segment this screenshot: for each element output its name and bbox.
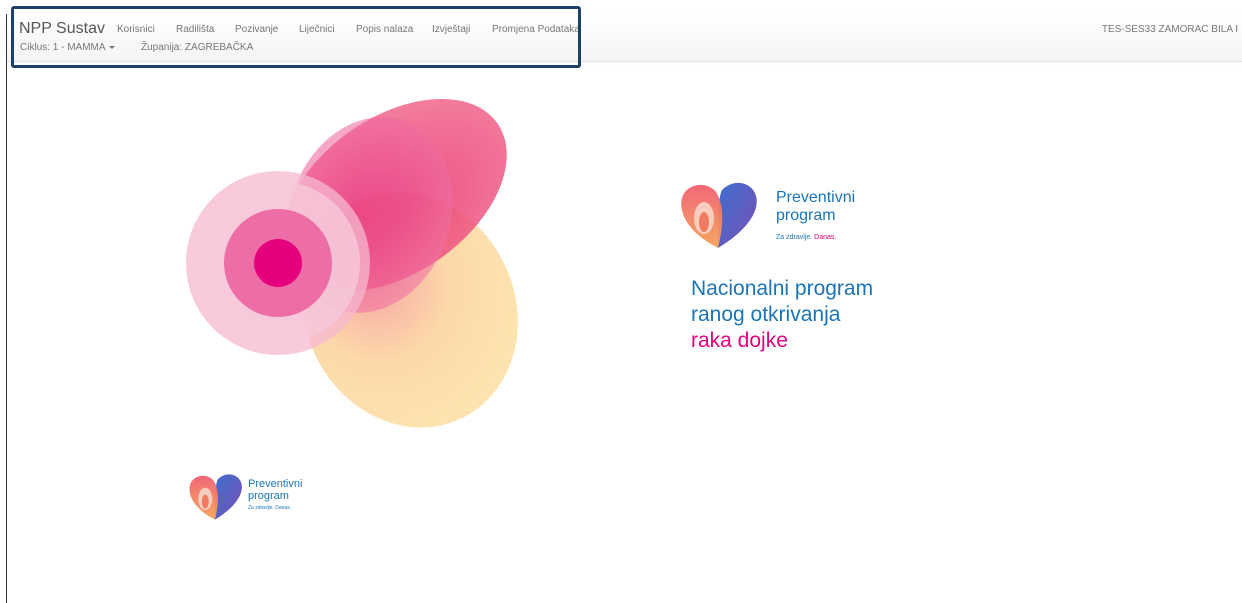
user-menu[interactable]: TES-SES33 ZAMORAC BILA I xyxy=(1102,24,1238,35)
headline-line2: ranog otkrivanja xyxy=(691,303,841,326)
caret-down-icon xyxy=(108,45,115,49)
cycle-dropdown[interactable]: Ciklus: 1 - MAMMA xyxy=(20,42,115,53)
headline-line1: Nacionalni program xyxy=(691,277,874,300)
nav-item-pozivanje[interactable]: Pozivanje xyxy=(235,24,278,35)
nav-item-promjena-podataka[interactable]: Promjena Podataka xyxy=(492,24,580,35)
county-label: Županija: ZAGREBAČKA xyxy=(141,42,254,53)
logo-small-line1: Preventivni xyxy=(248,478,303,490)
nav-item-izvjestaji[interactable]: Izvještaji xyxy=(432,24,470,35)
nav-item-radilista[interactable]: Radilišta xyxy=(176,24,214,35)
logo-tagline-emphasis: Danas. xyxy=(814,234,837,241)
logo-line1: Preventivni xyxy=(776,189,856,206)
logo-wordmark: Preventivni program xyxy=(776,189,855,225)
top-navbar xyxy=(7,14,1242,62)
logo-small-tagline-emphasis: Danas. xyxy=(275,505,292,511)
logo-small-tagline: Za zdravlje. Danas. xyxy=(248,505,291,511)
nav-item-korisnici[interactable]: Korisnici xyxy=(117,24,155,35)
page-left-border xyxy=(6,14,7,603)
heart-logo-icon xyxy=(681,182,757,248)
logo-small-tagline-prefix: Za zdravlje. xyxy=(248,505,274,511)
nav-item-lijecnici[interactable]: Liječnici xyxy=(299,24,335,35)
logo-tagline: Za zdravlje. Danas. xyxy=(776,234,836,241)
logo-small-wordmark: Preventivni program xyxy=(248,478,302,502)
logo-tagline-prefix: Za zdravlje. xyxy=(776,234,813,241)
headline-line3: raka dojke xyxy=(691,329,788,352)
heart-logo-small-icon xyxy=(189,474,242,520)
program-headline: Nacionalni program ranog otkrivanja raka… xyxy=(691,276,873,354)
logo-small-line2: program xyxy=(248,490,289,502)
logo-line2: program xyxy=(776,207,836,224)
cycle-dropdown-label: Ciklus: 1 - MAMMA xyxy=(20,42,106,53)
nav-item-popis-nalaza[interactable]: Popis nalaza xyxy=(356,24,413,35)
navbar-brand[interactable]: NPP Sustav xyxy=(19,20,105,38)
hero-illustration xyxy=(186,98,518,428)
